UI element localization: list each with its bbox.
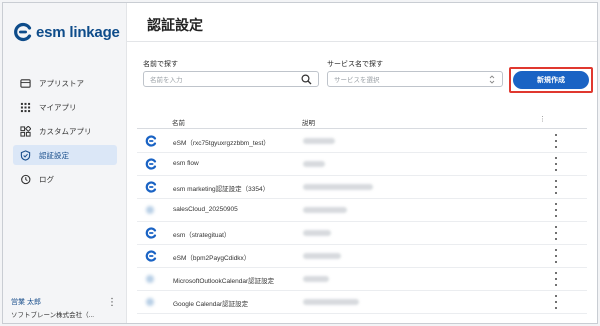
esm-logo-icon: [145, 227, 157, 239]
row-menu-icon[interactable]: [553, 180, 559, 194]
row-name: eSM（rxc75tgyuxrgzzbbm_test）: [173, 140, 270, 147]
column-header-name[interactable]: 名前: [172, 117, 185, 127]
history-icon: [19, 173, 31, 185]
row-description-redacted: [303, 299, 359, 305]
page-title: 認証設定: [147, 17, 203, 33]
sidebar: esm linkage アプリストア マイアプリ カスタムアプリ 認証設定 ログ…: [3, 3, 127, 323]
sidebar-item-label: マイアプリ: [39, 102, 77, 112]
table-row[interactable]: salesCloud_20250905: [137, 199, 587, 222]
row-menu-icon[interactable]: [553, 157, 559, 171]
service-select[interactable]: サービスを選択: [327, 71, 503, 87]
table-header: 名前 説明 ⋮: [137, 115, 587, 129]
main-content: 認証設定 名前で探す 名前を入力 サービス名で探す サービスを選択 新規作成 名…: [127, 3, 597, 323]
row-name: Google Calendar認証設定: [173, 301, 249, 308]
table-row[interactable]: esm flow: [137, 153, 587, 176]
header-divider: [127, 41, 597, 42]
esm-logo-icon: [145, 250, 157, 262]
sidebar-item-custom-apps[interactable]: カスタムアプリ: [13, 121, 117, 141]
table-row[interactable]: Google Calendar認証設定: [137, 291, 587, 314]
cloud-icon: [146, 206, 154, 214]
service-select-placeholder: サービスを選択: [334, 77, 380, 84]
table-row[interactable]: MicrosoftOutlookCalendar認証設定: [137, 268, 587, 291]
sidebar-item-label: カスタムアプリ: [39, 126, 92, 136]
row-name: eSM（bpm2PaygCdidkx）: [173, 255, 251, 262]
sidebar-item-my-apps[interactable]: マイアプリ: [13, 97, 117, 117]
row-name: salesCloud_20250905: [173, 206, 238, 213]
sidebar-item-app-store[interactable]: アプリストア: [13, 73, 117, 93]
column-header-description[interactable]: 説明: [302, 117, 315, 127]
row-description-redacted: [303, 184, 373, 190]
row-description-redacted: [303, 138, 335, 144]
sidebar-item-auth-settings[interactable]: 認証設定: [13, 145, 117, 165]
table-row[interactable]: eSM（rxc75tgyuxrgzzbbm_test）: [137, 130, 587, 153]
row-menu-icon[interactable]: [553, 295, 559, 309]
search-icon[interactable]: [301, 74, 312, 87]
esm-logo-icon: [14, 22, 32, 42]
row-name: MicrosoftOutlookCalendar認証設定: [173, 278, 275, 285]
name-filter-label: 名前で探す: [143, 61, 178, 68]
table-row[interactable]: esm（strategituat）: [137, 222, 587, 245]
table-row[interactable]: eSM（bpm2PaygCdidkx）: [137, 245, 587, 268]
grid-icon: [19, 101, 31, 113]
column-menu-icon[interactable]: ⋮: [539, 115, 546, 123]
row-menu-icon[interactable]: [553, 203, 559, 217]
app-logo[interactable]: esm linkage: [13, 21, 120, 43]
logo-text: esm linkage: [36, 23, 120, 41]
row-menu-icon[interactable]: [553, 249, 559, 263]
esm-logo-icon: [145, 158, 157, 170]
row-name: esm flow: [173, 160, 199, 167]
row-description-redacted: [303, 253, 341, 259]
name-search-input[interactable]: 名前を入力: [143, 71, 319, 87]
row-name: esm marketing認証設定（3354）: [173, 186, 270, 193]
user-account[interactable]: 営業 太郎 ソフトブレーン株式会社（... ⋮: [11, 297, 121, 320]
esm-logo-icon: [145, 181, 157, 193]
auth-settings-table: eSM（rxc75tgyuxrgzzbbm_test） esm flow esm…: [137, 130, 587, 314]
shield-icon: [19, 149, 31, 161]
chevron-updown-icon: [488, 74, 496, 87]
user-menu-icon[interactable]: ⋮: [107, 298, 117, 308]
create-new-button[interactable]: 新規作成: [513, 71, 589, 89]
widgets-icon: [19, 125, 31, 137]
sidebar-item-label: 認証設定: [39, 150, 69, 160]
row-menu-icon[interactable]: [553, 134, 559, 148]
sidebar-item-label: アプリストア: [39, 78, 84, 88]
sidebar-nav: アプリストア マイアプリ カスタムアプリ 認証設定 ログ: [3, 73, 127, 193]
outlook-icon: [146, 275, 154, 283]
row-description-redacted: [303, 161, 325, 167]
service-filter-label: サービス名で探す: [327, 61, 383, 68]
name-search-placeholder: 名前を入力: [150, 77, 183, 84]
store-icon: [19, 77, 31, 89]
row-menu-icon[interactable]: [553, 226, 559, 240]
user-name: 営業 太郎: [11, 299, 41, 306]
sidebar-item-label: ログ: [39, 174, 54, 184]
row-description-redacted: [303, 207, 347, 213]
app-window: esm linkage アプリストア マイアプリ カスタムアプリ 認証設定 ログ…: [2, 2, 598, 324]
row-description-redacted: [303, 230, 331, 236]
row-menu-icon[interactable]: [553, 272, 559, 286]
row-name: esm（strategituat）: [173, 232, 231, 239]
sidebar-item-logs[interactable]: ログ: [13, 169, 117, 189]
esm-logo-icon: [145, 135, 157, 147]
user-organization: ソフトブレーン株式会社（...: [11, 312, 95, 319]
google-calendar-icon: [146, 298, 154, 306]
row-description-redacted: [303, 276, 329, 282]
table-row[interactable]: esm marketing認証設定（3354）: [137, 176, 587, 199]
